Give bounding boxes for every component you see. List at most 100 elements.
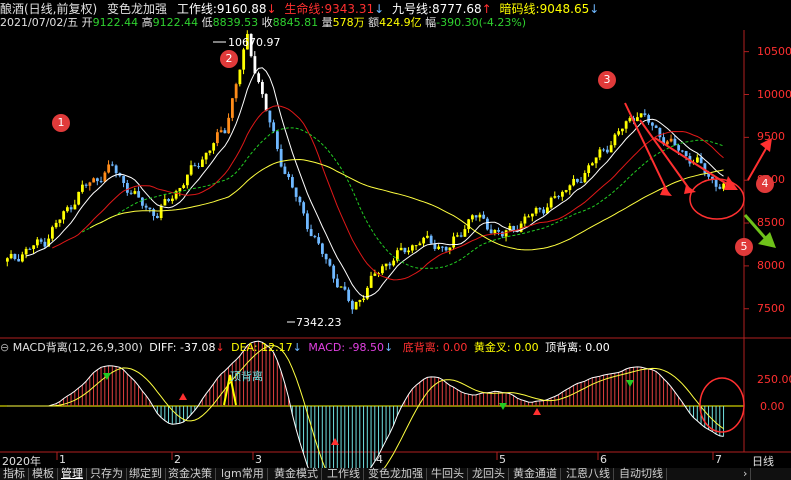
- candle-body: [628, 118, 632, 122]
- candle-body: [152, 209, 156, 216]
- candle-body: [351, 300, 354, 310]
- candle-body: [216, 132, 219, 144]
- candle-body: [321, 243, 324, 254]
- candle-body: [24, 248, 28, 255]
- tab-11[interactable]: 龙回头: [469, 468, 509, 480]
- candle-body: [167, 199, 171, 202]
- candle-body: [238, 69, 242, 85]
- candle-body: [28, 248, 32, 250]
- candle-body: [583, 173, 587, 183]
- candle-body: [553, 196, 557, 198]
- candle-body: [501, 231, 504, 237]
- candle-body: [324, 253, 328, 260]
- tab-more-icon[interactable]: ›: [740, 468, 752, 480]
- candle-body: [669, 138, 673, 142]
- candle-body: [651, 122, 654, 126]
- candle-body: [227, 117, 231, 134]
- candle-body: [306, 213, 309, 230]
- candle-body: [523, 216, 527, 224]
- candle-body: [257, 73, 261, 82]
- candle-body: [362, 298, 366, 300]
- candle-body: [219, 130, 223, 133]
- tab-10[interactable]: 牛回头: [428, 468, 468, 480]
- down-arrow-icon: ↓: [266, 2, 277, 16]
- candle-body: [253, 56, 257, 74]
- candle-body: [182, 185, 186, 188]
- candle-body: [579, 181, 583, 183]
- candle-body: [51, 227, 54, 239]
- candle-body: [658, 127, 662, 138]
- candle-body: [122, 175, 126, 184]
- candle-body: [422, 237, 426, 244]
- candle-body: [343, 286, 347, 290]
- open-value: 9122.44: [92, 16, 139, 29]
- macd-value: MACD: -98.50: [308, 341, 384, 354]
- candle-body: [133, 191, 137, 194]
- tab-7[interactable]: 黄金模式: [271, 468, 322, 480]
- candle-body: [212, 143, 216, 151]
- tab-3[interactable]: 只存为: [87, 468, 127, 480]
- period-label[interactable]: 日线: [752, 453, 774, 469]
- candle-body: [148, 207, 152, 210]
- candle-body: [718, 186, 722, 189]
- tab-5[interactable]: 资金决策: [165, 468, 216, 480]
- tab-13[interactable]: 江恩八线: [563, 468, 614, 480]
- candle-body: [471, 215, 474, 220]
- candle-body: [414, 245, 418, 247]
- tab-8[interactable]: 工作线: [324, 468, 364, 480]
- tab-0[interactable]: 指标: [0, 468, 29, 480]
- candle-body: [482, 214, 486, 219]
- candle-body: [384, 263, 388, 267]
- candle-body: [497, 229, 501, 232]
- divergence-down-arrow-icon: [103, 373, 111, 380]
- time-axis-month: 4: [376, 453, 383, 466]
- candle-body: [624, 121, 628, 129]
- candle-body: [598, 149, 602, 158]
- candle-body: [66, 207, 69, 212]
- candle-body: [636, 117, 639, 122]
- candle-body: [564, 190, 568, 192]
- candle-body: [62, 211, 66, 220]
- trend-arrow: [624, 102, 669, 194]
- macd-menu-icon[interactable]: ⊖: [0, 341, 9, 354]
- tab-14[interactable]: 自动切线: [616, 468, 667, 480]
- candle-body: [437, 246, 441, 249]
- candle-body: [291, 177, 294, 188]
- candle-body: [231, 98, 234, 118]
- candle-body: [77, 191, 81, 205]
- down-arrow-icon: ↓: [374, 2, 385, 16]
- candle-body: [223, 130, 227, 134]
- macd-title[interactable]: MACD背离(12,26,9,300): [13, 341, 143, 354]
- tab-4[interactable]: 绑定到: [126, 468, 166, 480]
- up-arrow-icon: ↑: [481, 2, 492, 16]
- macd-bottom-div: 底背离: 0.00: [402, 341, 468, 354]
- marker-2: 2: [220, 50, 238, 68]
- chart-canvas: [0, 30, 791, 468]
- tab-1[interactable]: 模板: [29, 468, 58, 480]
- candle-body: [144, 205, 148, 208]
- candle-body: [88, 182, 92, 186]
- tab-12[interactable]: 黄金通道: [510, 468, 561, 480]
- top-divergence-label: 顶背离: [230, 370, 263, 383]
- candle-body: [54, 222, 58, 228]
- candle-body: [186, 174, 189, 186]
- candle-body: [429, 235, 433, 244]
- tab-9[interactable]: 变色龙加强: [365, 468, 427, 480]
- tab-2[interactable]: 管理: [58, 468, 87, 480]
- moving-average-lines: [25, 67, 724, 298]
- candle-body: [441, 246, 444, 248]
- candle-body: [347, 289, 351, 301]
- low-label: 低: [201, 16, 213, 29]
- candle-body: [639, 113, 643, 118]
- candle-body: [373, 273, 377, 276]
- candle-body: [486, 218, 489, 230]
- tab-6[interactable]: lgm常用: [218, 468, 268, 480]
- candle-body: [32, 245, 36, 249]
- candle-body: [392, 260, 396, 266]
- candle-body: [287, 173, 291, 178]
- indicator-tab-bar: 指标 模板 管理 只存为 绑定到 资金决策 lgm常用 黄金模式 工作线 变色龙加强 牛回头 龙回头黄…: [0, 468, 791, 480]
- indicator-name[interactable]: 变色龙加强: [107, 2, 167, 16]
- candle-body: [568, 185, 572, 191]
- quote-date: 2021/07/02/五: [0, 16, 79, 29]
- macd-top-div: 顶背离: 0.00: [545, 341, 610, 354]
